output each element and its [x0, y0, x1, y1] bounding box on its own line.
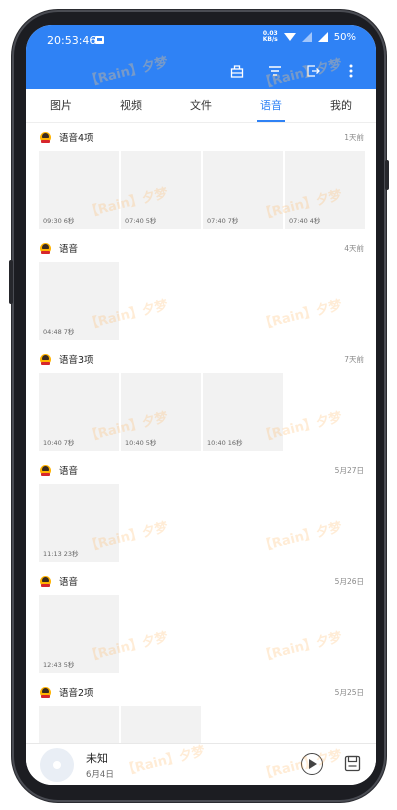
filter-icon[interactable]	[264, 61, 286, 81]
toolbar	[226, 61, 362, 81]
avatar-icon	[40, 464, 51, 476]
voice-item-meta: 12:43 5秒	[43, 661, 75, 669]
tab-videos[interactable]: 视频	[96, 89, 166, 122]
voice-item[interactable]: 10:40 7秒	[39, 373, 119, 451]
group-title: 语音	[59, 244, 79, 255]
voice-item[interactable]: 10:40 5秒	[121, 373, 201, 451]
group-date: 5月26日	[334, 576, 364, 586]
tab-bar: 图片 视频 文件 语音 我的	[26, 89, 376, 123]
group-title: 语音	[59, 577, 79, 588]
group-header: 语音 4天前	[40, 241, 364, 255]
mini-player[interactable]: 未知 6月4日 【Rain】夕梦 【Rain】夕梦	[26, 743, 376, 785]
group-title: 语音3项	[59, 355, 94, 366]
more-icon[interactable]	[340, 61, 362, 81]
play-button[interactable]	[301, 753, 323, 775]
group-header: 语音3项 7天前	[40, 352, 364, 366]
voice-item-meta: 04:48 7秒	[43, 328, 75, 336]
voice-item-meta: 11:13 23秒	[43, 550, 79, 558]
battery-level: 50%	[333, 31, 356, 43]
thumb-row: 10:40 7秒 10:40 5秒 10:40 16秒	[39, 373, 283, 451]
voice-item[interactable]: 04:48 7秒	[39, 262, 119, 340]
voice-item-meta: 10:40 5秒	[125, 439, 157, 447]
voice-group: 语音2项 5月25日	[26, 679, 376, 744]
voice-group: 语音3项 7天前 10:40 7秒 10:40 5秒 10:40 16秒	[26, 346, 376, 457]
thumb-row: 12:43 5秒	[39, 595, 119, 673]
group-date: 1天前	[344, 132, 364, 142]
voice-item-meta: 10:40 16秒	[207, 439, 243, 447]
tab-mine[interactable]: 我的	[306, 89, 376, 122]
voice-group: 语音 4天前 04:48 7秒	[26, 235, 376, 346]
grid-icon[interactable]	[226, 61, 248, 81]
album-disc-icon	[40, 748, 74, 782]
avatar-icon	[40, 242, 51, 254]
export-icon[interactable]	[302, 61, 324, 81]
voice-item-meta: 07:40 4秒	[289, 217, 321, 225]
thumb-row: 04:48 7秒	[39, 262, 119, 340]
group-header: 语音 5月27日	[40, 463, 364, 477]
voice-item[interactable]: 07:40 7秒	[203, 151, 283, 229]
group-title: 语音	[59, 466, 79, 477]
status-time: 20:53:46	[47, 34, 97, 47]
watermark: 【Rain】夕梦	[120, 743, 207, 779]
group-header: 语音4项 1天前	[40, 130, 364, 144]
player-subtitle: 6月4日	[86, 770, 114, 780]
voice-item[interactable]	[121, 706, 201, 744]
voice-item[interactable]: 10:40 16秒	[203, 373, 283, 451]
voice-item-meta: 10:40 7秒	[43, 439, 75, 447]
avatar-icon	[40, 353, 51, 365]
watermark: 【Rain】夕梦	[83, 54, 170, 90]
voice-group: 语音4项 1天前 09:30 6秒 07:40 5秒 07:40 7秒 07:4…	[26, 124, 376, 235]
group-date: 4天前	[344, 243, 364, 253]
screen: 20:53:46 0.03 KB/s 50% 【Rain】夕梦 【Rain】夕梦…	[26, 25, 376, 785]
group-date: 5月27日	[334, 465, 364, 475]
tab-files[interactable]: 文件	[166, 89, 236, 122]
group-title: 语音2项	[59, 688, 94, 699]
group-title: 语音4项	[59, 133, 94, 144]
player-title: 未知	[86, 752, 108, 765]
net-speed: 0.03 KB/s	[262, 30, 278, 43]
status-icons: 0.03 KB/s 50%	[263, 31, 356, 43]
avatar-icon	[40, 686, 51, 698]
notification-image-icon	[95, 36, 104, 44]
voice-item[interactable]: 12:43 5秒	[39, 595, 119, 673]
volume-button	[9, 260, 13, 304]
voice-item[interactable]: 09:30 6秒	[39, 151, 119, 229]
tab-voice[interactable]: 语音	[236, 89, 306, 122]
voice-group: 语音 5月27日 11:13 23秒	[26, 457, 376, 568]
signal-icon	[301, 32, 312, 42]
voice-group: 语音 5月26日 12:43 5秒	[26, 568, 376, 679]
wifi-icon	[283, 33, 296, 41]
voice-item-meta: 09:30 6秒	[43, 217, 75, 225]
group-header: 语音2项 5月25日	[40, 685, 364, 699]
thumb-row: 11:13 23秒	[39, 484, 119, 562]
thumb-row: 09:30 6秒 07:40 5秒 07:40 7秒 07:40 4秒	[39, 151, 365, 229]
group-header: 语音 5月26日	[40, 574, 364, 588]
voice-item-meta: 07:40 7秒	[207, 217, 239, 225]
avatar-icon	[40, 575, 51, 587]
save-icon[interactable]	[344, 755, 361, 772]
voice-item[interactable]: 07:40 4秒	[285, 151, 365, 229]
group-date: 7天前	[344, 354, 364, 364]
power-button	[385, 160, 389, 190]
voice-item-meta: 07:40 5秒	[125, 217, 157, 225]
voice-item[interactable]: 07:40 5秒	[121, 151, 201, 229]
group-date: 5月25日	[334, 687, 364, 697]
voice-item[interactable]: 11:13 23秒	[39, 484, 119, 562]
signal-icon-2	[317, 32, 328, 42]
app-bar: 20:53:46 0.03 KB/s 50% 【Rain】夕梦 【Rain】夕梦	[26, 25, 376, 92]
tab-images[interactable]: 图片	[26, 89, 96, 122]
thumb-row	[39, 706, 201, 744]
voice-item[interactable]	[39, 706, 119, 744]
voice-list: 语音4项 1天前 09:30 6秒 07:40 5秒 07:40 7秒 07:4…	[26, 124, 376, 744]
avatar-icon	[40, 131, 51, 143]
